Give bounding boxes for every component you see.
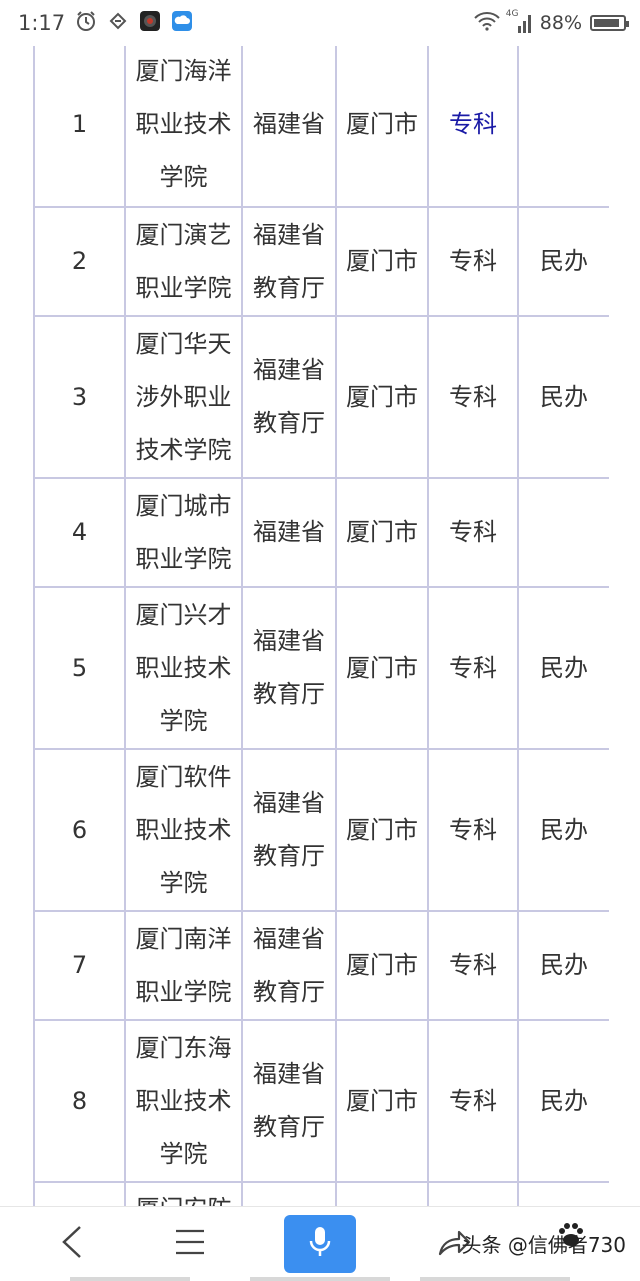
cell-college-name: 厦门城市职业学院 <box>124 477 243 588</box>
cell-city: 厦门市 <box>335 46 429 208</box>
voice-button[interactable] <box>284 1215 356 1273</box>
cell-note <box>517 1181 609 1206</box>
cell-city: 厦门市 <box>335 910 429 1021</box>
cell-department: 福建省教育厅 <box>241 910 337 1021</box>
signal-icon: 4G <box>506 9 532 34</box>
menu-button[interactable] <box>160 1215 220 1273</box>
cell-college-name: 厦门软件职业技术学院 <box>124 748 243 912</box>
table-row: 5 厦门兴才职业技术学院 福建省教育厅 厦门市 专科 民办 <box>33 586 609 750</box>
cell-department: 福建省 <box>241 477 337 588</box>
table-row: 8 厦门东海职业技术学院 福建省教育厅 厦门市 专科 民办 <box>33 1019 609 1183</box>
cell-note <box>517 477 609 588</box>
cell-city: 厦门市 <box>335 206 429 317</box>
cell-note: 民办 <box>517 586 609 750</box>
cell-level: 专科 <box>427 315 519 479</box>
divider <box>70 1277 190 1281</box>
status-time: 1:17 <box>18 11 66 35</box>
cell-college-name: 厦门华天涉外职业技术学院 <box>124 315 243 479</box>
cell-level: 专科 <box>427 477 519 588</box>
table-row: 3 厦门华天涉外职业技术学院 福建省教育厅 厦门市 专科 民办 <box>33 315 609 479</box>
cell-college-name: 厦门海洋职业技术学院 <box>124 46 243 208</box>
cell-level: 专科 <box>427 206 519 317</box>
cell-note: 民办 <box>517 1019 609 1183</box>
battery-percent: 88% <box>539 12 582 34</box>
cell-department: 福建省 <box>241 46 337 208</box>
cell-city: 厦门市 <box>335 315 429 479</box>
cell-college-name: 厦门东海职业技术学院 <box>124 1019 243 1183</box>
bottom-toolbar: 头条 @信佛者730 <box>0 1206 640 1281</box>
cell-college-name: 厦门兴才职业技术学院 <box>124 586 243 750</box>
cell-city: 厦门市 <box>335 586 429 750</box>
table-row: 2 厦门演艺职业学院 福建省教育厅 厦门市 专科 民办 <box>33 206 609 317</box>
table-row: 6 厦门软件职业技术学院 福建省教育厅 厦门市 专科 民办 <box>33 748 609 912</box>
cell-number: 7 <box>33 910 126 1021</box>
table-row: 1 厦门海洋职业技术学院 福建省 厦门市 专科 <box>33 46 609 208</box>
wifi-icon <box>474 11 500 35</box>
back-button[interactable] <box>44 1215 100 1273</box>
cell-department: 福建省教育厅 <box>241 206 337 317</box>
cell-department <box>241 1181 337 1206</box>
cell-number: 6 <box>33 748 126 912</box>
cell-city <box>335 1181 429 1206</box>
cell-number: 3 <box>33 315 126 479</box>
back-icon <box>60 1225 84 1263</box>
cell-department: 福建省教育厅 <box>241 315 337 479</box>
cell-college-name: 厦门南洋职业学院 <box>124 910 243 1021</box>
cell-note: 民办 <box>517 748 609 912</box>
cell-level: 专科 <box>427 748 519 912</box>
menu-icon <box>175 1228 205 1260</box>
cell-level-link[interactable]: 专科 <box>427 46 519 208</box>
cell-number: 1 <box>33 46 126 208</box>
battery-icon <box>590 15 629 31</box>
cell-note: 民办 <box>517 910 609 1021</box>
cell-city: 厦门市 <box>335 748 429 912</box>
cell-note: 民办 <box>517 315 609 479</box>
cell-number <box>33 1181 126 1206</box>
cell-note <box>517 46 609 208</box>
cell-city: 厦门市 <box>335 477 429 588</box>
nfc-icon <box>107 10 129 36</box>
cell-number: 4 <box>33 477 126 588</box>
cell-department: 福建省教育厅 <box>241 748 337 912</box>
cell-level <box>427 1181 519 1206</box>
divider <box>420 1277 570 1281</box>
cloud-app-icon <box>171 10 193 36</box>
cell-number: 8 <box>33 1019 126 1183</box>
colleges-table: 1 厦门海洋职业技术学院 福建省 厦门市 专科 2 厦门演艺职业学院 福建省教育厅 厦门市 专科… <box>33 46 609 1206</box>
cell-number: 2 <box>33 206 126 317</box>
table-row: 4 厦门城市职业学院 福建省 厦门市 专科 <box>33 477 609 588</box>
colleges-table-container[interactable]: 1 厦门海洋职业技术学院 福建省 厦门市 专科 2 厦门演艺职业学院 福建省教育厅 厦门市 专科… <box>33 46 609 1206</box>
divider <box>250 1277 390 1281</box>
table-row: 厦门安防 <box>33 1181 609 1206</box>
watermark-text: 头条 @信佛者730 <box>461 1233 626 1257</box>
cell-department: 福建省教育厅 <box>241 1019 337 1183</box>
cell-level: 专科 <box>427 910 519 1021</box>
microphone-icon <box>308 1225 332 1263</box>
status-bar: 1:17 4G 88% <box>0 0 640 46</box>
cell-college-name: 厦门安防 <box>124 1181 243 1206</box>
cell-note: 民办 <box>517 206 609 317</box>
cell-number: 5 <box>33 586 126 750</box>
cell-college-name: 厦门演艺职业学院 <box>124 206 243 317</box>
alarm-icon <box>75 10 97 36</box>
table-row: 7 厦门南洋职业学院 福建省教育厅 厦门市 专科 民办 <box>33 910 609 1021</box>
camera-app-icon <box>139 10 161 36</box>
cell-city: 厦门市 <box>335 1019 429 1183</box>
cell-level: 专科 <box>427 1019 519 1183</box>
cell-department: 福建省教育厅 <box>241 586 337 750</box>
cell-level: 专科 <box>427 586 519 750</box>
